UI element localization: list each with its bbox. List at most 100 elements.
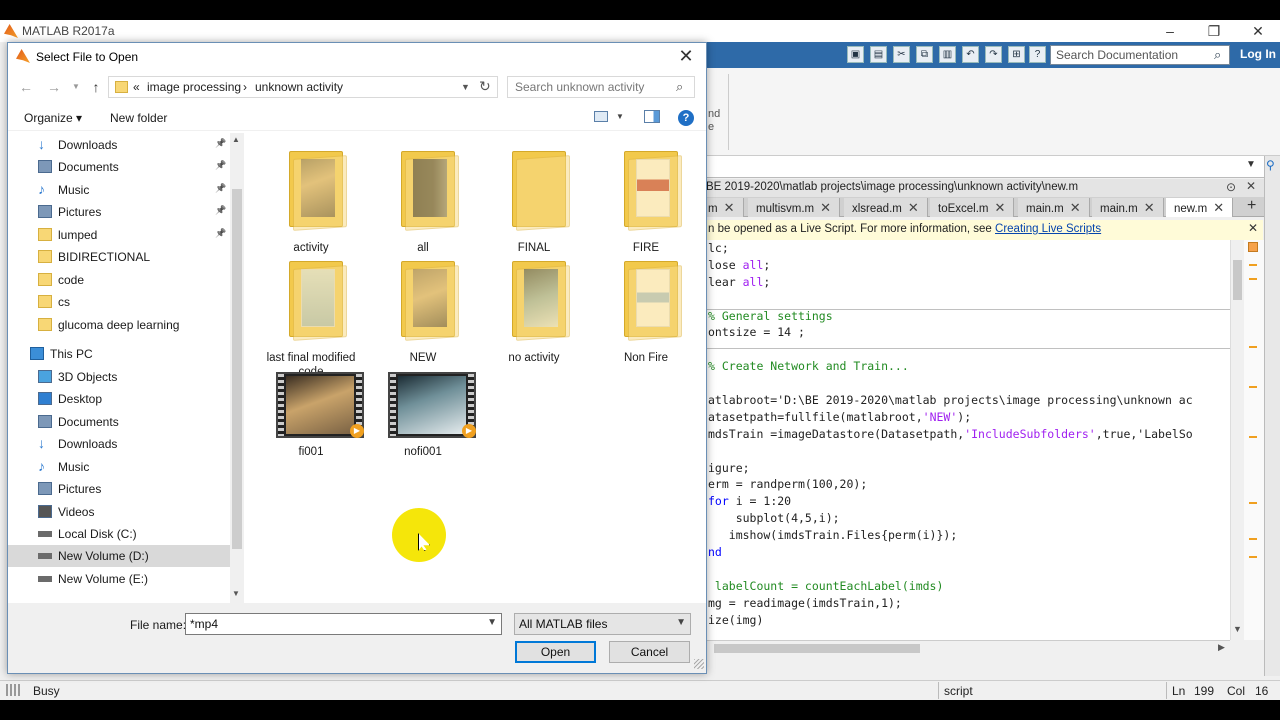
chevron-down-icon[interactable]: ▼ — [487, 617, 497, 628]
scroll-down-icon[interactable]: ▼ — [232, 589, 240, 598]
warning-mark[interactable] — [1249, 502, 1257, 504]
tab-new[interactable]: new.m ✕ — [1166, 198, 1234, 217]
search-input[interactable]: Search unknown activity ⌕ — [507, 76, 695, 98]
editor-settings-icon[interactable]: ⊙ — [1226, 180, 1236, 194]
folder-item[interactable]: last final modified code — [256, 253, 366, 378]
sidebar-item-desktop[interactable]: Desktop — [8, 388, 230, 410]
creating-live-scripts-link[interactable]: Creating Live Scripts — [995, 223, 1101, 235]
login-link[interactable]: Log In — [1240, 47, 1276, 61]
hscroll-thumb[interactable] — [714, 644, 920, 653]
close-icon[interactable]: ✕ — [1144, 200, 1155, 215]
tab-main-1[interactable]: main.m ✕ — [1018, 198, 1090, 217]
dialog-title-bar[interactable]: Select File to Open ✕ — [8, 43, 706, 71]
folder-item[interactable]: activity — [256, 143, 366, 254]
breadcrumb-unknown-activity[interactable]: unknown activity — [255, 80, 343, 94]
add-tab-icon[interactable]: + — [1247, 197, 1256, 215]
back-arrow-icon[interactable]: ← — [16, 77, 36, 97]
chevron-down-icon[interactable]: ▼ — [1246, 159, 1256, 170]
redo-icon[interactable]: ↷ — [985, 46, 1002, 63]
sidebar-item-local-disk-c[interactable]: Local Disk (C:) — [8, 523, 230, 545]
scroll-down-icon[interactable]: ▼ — [1233, 624, 1242, 634]
file-name-input[interactable]: *mp4 ▼ — [185, 613, 502, 635]
minimize-icon[interactable]: – — [1148, 20, 1192, 42]
warning-mark[interactable] — [1249, 538, 1257, 540]
tab-main-2[interactable]: main.m ✕ — [1092, 198, 1164, 217]
sidebar-item-this-pc[interactable]: This PC — [8, 343, 230, 365]
scrollbar-thumb[interactable] — [1233, 260, 1242, 300]
pin-icon[interactable]: 📌 — [215, 205, 226, 216]
folder-item[interactable]: Non Fire — [591, 253, 701, 364]
close-icon[interactable]: ✕ — [908, 200, 919, 215]
copy-icon[interactable]: ⧉ — [916, 46, 933, 63]
undo-icon[interactable]: ↶ — [962, 46, 979, 63]
pin-icon[interactable]: 📌 — [215, 160, 226, 171]
chevron-down-icon[interactable]: ▼ — [676, 617, 686, 628]
folder-item[interactable]: no activity — [479, 253, 589, 364]
pin-icon[interactable]: 📌 — [215, 183, 226, 194]
nav-scrollbar[interactable]: ▲ ▼ — [230, 133, 244, 603]
code-editor[interactable]: lc; lose all; lear all;% General settings o… — [700, 240, 1230, 640]
sidebar-item-lumped[interactable]: lumped 📌 — [8, 224, 230, 246]
organize-button[interactable]: Organize ▾ — [24, 111, 82, 125]
sidebar-item-videos[interactable]: Videos — [8, 501, 230, 523]
sidebar-item-3d-objects[interactable]: 3D Objects — [8, 366, 230, 388]
refresh-icon[interactable]: ↻ — [479, 78, 491, 95]
cancel-button[interactable]: Cancel — [609, 641, 690, 663]
sidebar-item-code[interactable]: code — [8, 269, 230, 291]
sidebar-item-music[interactable]: ♪ Music 📌 — [8, 179, 230, 201]
new-folder-button[interactable]: New folder — [110, 111, 167, 125]
close-icon[interactable]: ✕ — [820, 200, 831, 215]
help-icon[interactable]: ? — [678, 110, 694, 126]
tab-toexcel[interactable]: toExcel.m ✕ — [930, 198, 1015, 217]
current-folder-bar[interactable]: ▼ — [700, 156, 1280, 178]
video-file-item[interactable]: ▶ fi001 — [256, 372, 366, 480]
forward-arrow-icon[interactable]: → — [44, 77, 64, 97]
folder-item[interactable]: FIRE — [591, 143, 701, 254]
breadcrumb-image-processing[interactable]: image processing — [147, 80, 241, 94]
sidebar-item-new-volume-e[interactable]: New Volume (E:) — [8, 568, 230, 590]
video-file-item[interactable]: ▶ nofi001 — [368, 372, 478, 480]
close-icon[interactable]: ✕ — [1213, 200, 1224, 215]
sidebar-item-bidirectional[interactable]: BIDIRECTIONAL — [8, 246, 230, 268]
sidebar-item-pictures[interactable]: Pictures 📌 — [8, 201, 230, 223]
sidebar-item-downloads[interactable]: ↓ Downloads 📌 — [8, 134, 230, 156]
folder-item[interactable]: all — [368, 143, 478, 254]
warning-mark[interactable] — [1249, 278, 1257, 280]
tab-multisvm[interactable]: multisvm.m ✕ — [748, 198, 841, 217]
editor-scrollbar[interactable]: ▼ — [1230, 240, 1244, 640]
warning-mark[interactable] — [1249, 556, 1257, 558]
close-icon[interactable]: ✕ — [1070, 200, 1081, 215]
chevron-down-icon[interactable]: ▼ — [461, 82, 470, 92]
tab-xlsread[interactable]: xlsread.m ✕ — [844, 198, 928, 217]
nav-scroll-thumb[interactable] — [232, 189, 242, 549]
editor-horizontal-scrollbar[interactable]: ▶ — [700, 640, 1230, 655]
pin-icon[interactable]: 📌 — [215, 228, 226, 239]
sidebar-item-downloads[interactable]: ↓ Downloads — [8, 433, 230, 455]
warning-mark[interactable] — [1249, 264, 1257, 266]
open-button[interactable]: Open — [515, 641, 596, 663]
warning-mark[interactable] — [1249, 386, 1257, 388]
view-options-icon[interactable] — [594, 111, 608, 122]
sidebar-item-documents[interactable]: Documents 📌 — [8, 156, 230, 178]
dialog-close-icon[interactable]: ✕ — [674, 46, 698, 67]
cut-icon[interactable]: ✂ — [893, 46, 910, 63]
sidebar-item-cs[interactable]: cs — [8, 291, 230, 313]
folder-item[interactable]: NEW — [368, 253, 478, 364]
warning-mark[interactable] — [1249, 436, 1257, 438]
toolbar-icon-1[interactable]: ▣ — [847, 46, 864, 63]
breadcrumb-prefix[interactable]: « — [133, 80, 140, 94]
address-bar[interactable]: « image processing › unknown activity ▼ … — [108, 76, 498, 98]
sidebar-item-documents[interactable]: Documents — [8, 411, 230, 433]
close-icon[interactable]: ✕ — [724, 200, 735, 215]
help-circle-icon[interactable]: ? — [1029, 46, 1046, 63]
search-documentation-input[interactable]: Search Documentation — [1050, 45, 1230, 65]
recent-chevron-icon[interactable]: ▼ — [66, 77, 86, 97]
warning-mark[interactable] — [1249, 346, 1257, 348]
sidebar-item-glucoma-deep-learning[interactable]: glucoma deep learning — [8, 314, 230, 336]
sidebar-item-new-volume-d[interactable]: New Volume (D:) — [8, 545, 230, 567]
chevron-down-icon[interactable]: ▼ — [616, 112, 624, 121]
editor-close-icon[interactable]: ✕ — [1246, 179, 1256, 193]
preview-pane-icon[interactable] — [644, 110, 660, 123]
resize-grip-icon[interactable] — [694, 659, 704, 669]
search-icon[interactable]: ⚲ — [1266, 158, 1275, 172]
